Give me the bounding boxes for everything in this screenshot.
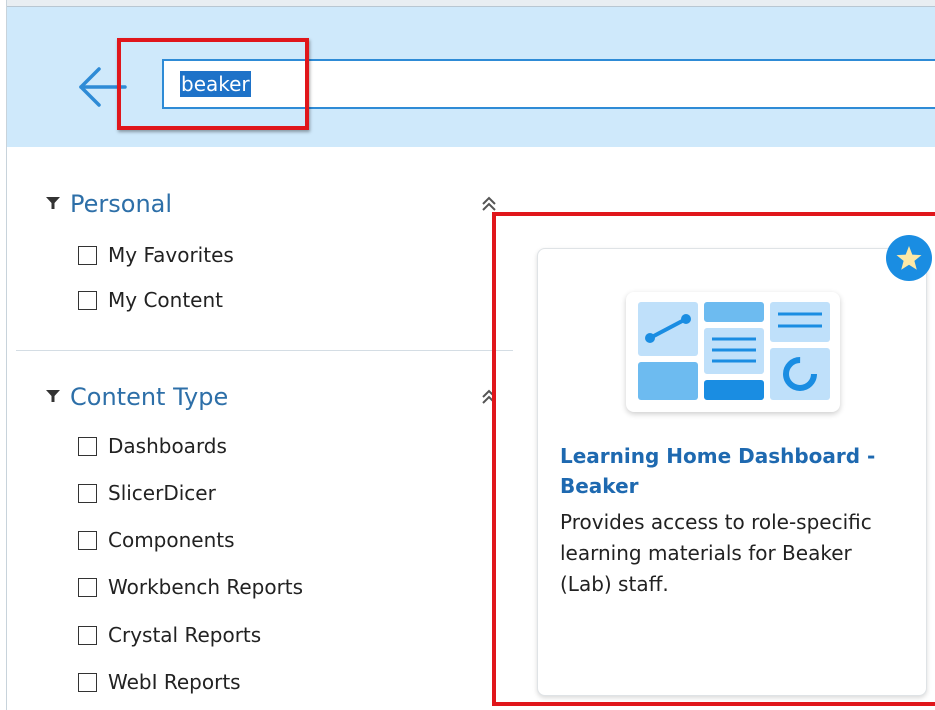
filter-my-content[interactable]: My Content	[78, 288, 223, 312]
filter-label: My Favorites	[108, 243, 234, 267]
checkbox[interactable]	[78, 436, 97, 456]
filter-label: SlicerDicer	[108, 481, 216, 505]
filter-label: Crystal Reports	[108, 623, 262, 647]
checkbox[interactable]	[78, 672, 97, 692]
filter-components[interactable]: Components	[78, 528, 235, 552]
filter-group-title: Content Type	[70, 383, 229, 411]
filter-workbench-reports[interactable]: Workbench Reports	[78, 575, 303, 599]
filter-label: Workbench Reports	[108, 575, 304, 599]
filter-label: My Content	[108, 288, 223, 312]
checkbox[interactable]	[78, 625, 97, 645]
checkbox[interactable]	[78, 245, 97, 265]
filter-my-favorites[interactable]: My Favorites	[78, 243, 234, 267]
section-divider	[16, 350, 513, 351]
filter-group-title: Personal	[70, 190, 173, 218]
filter-group-personal[interactable]: Personal	[46, 190, 172, 218]
search-header: beaker	[7, 7, 935, 147]
filter-group-content-type[interactable]: Content Type	[46, 383, 228, 411]
filter-label: Dashboards	[108, 434, 227, 458]
checkbox[interactable]	[78, 290, 97, 310]
checkbox[interactable]	[78, 483, 97, 503]
filter-dashboards[interactable]: Dashboards	[78, 434, 227, 458]
window-left-border	[0, 0, 7, 710]
checkbox[interactable]	[78, 530, 97, 550]
filter-label: WebI Reports	[108, 670, 241, 694]
filter-label: Components	[108, 528, 235, 552]
filter-webi-reports[interactable]: WebI Reports	[78, 670, 241, 694]
window-top-border	[0, 0, 935, 7]
filter-slicerdicer[interactable]: SlicerDicer	[78, 481, 216, 505]
search-highlight-box	[117, 38, 309, 130]
filter-funnel-icon	[46, 390, 60, 402]
checkbox[interactable]	[78, 577, 97, 597]
card-highlight-box	[492, 212, 935, 706]
filter-funnel-icon	[46, 197, 60, 209]
collapse-chevron-icon[interactable]	[480, 195, 498, 213]
filter-crystal-reports[interactable]: Crystal Reports	[78, 623, 261, 647]
